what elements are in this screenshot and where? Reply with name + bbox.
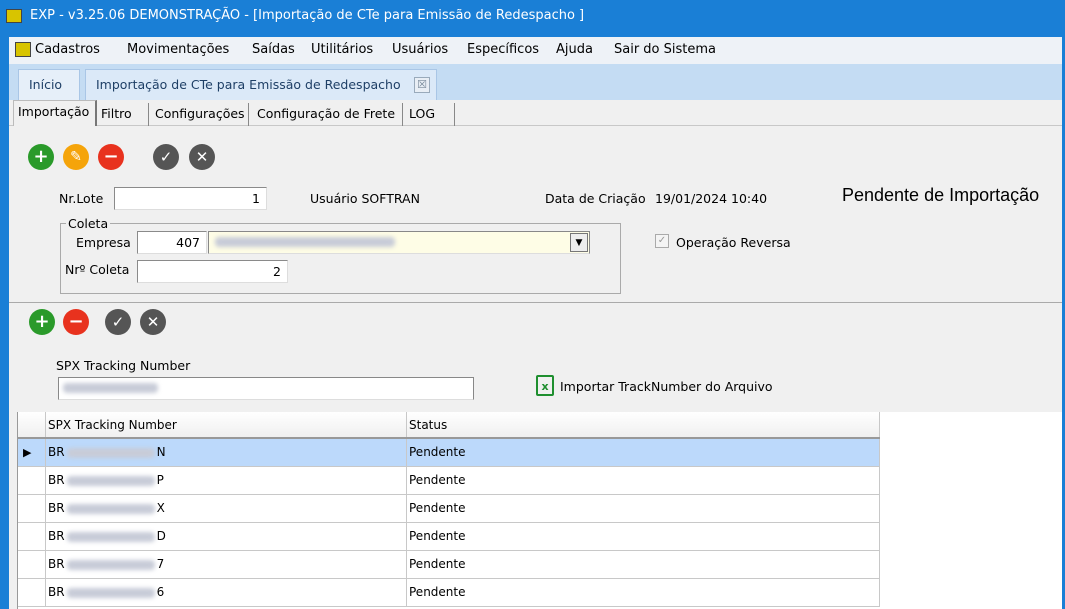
menu-utilitarios[interactable]: Utilitários	[311, 42, 373, 57]
status-text: Pendente de Importação	[842, 185, 1040, 205]
redacted-value	[215, 237, 395, 247]
table-row[interactable]: BR D Pendente	[18, 523, 880, 551]
status-cell[interactable]: Pendente	[406, 439, 880, 466]
confirm-button[interactable]: ✓	[153, 144, 179, 170]
tracking-cell[interactable]: BR N	[45, 439, 406, 466]
chevron-down-icon[interactable]: ▼	[570, 233, 588, 252]
tab-importacao-cte[interactable]: Importação de CTe para Emissão de Redesp…	[85, 69, 437, 100]
column-header-status[interactable]: Status	[406, 412, 880, 437]
status-cell[interactable]: Pendente	[406, 467, 880, 494]
divider	[9, 302, 1062, 303]
status-cell[interactable]: Pendente	[406, 551, 880, 578]
redacted-value	[66, 447, 155, 458]
row-indicator-icon: ▶	[23, 446, 32, 459]
tab-configuracoes[interactable]: Configurações	[151, 103, 249, 126]
tracking-suffix: N	[156, 445, 166, 459]
tracking-cell[interactable]: BR 7	[45, 551, 406, 578]
column-header-tracking[interactable]: SPX Tracking Number	[45, 412, 406, 437]
tracking-cell[interactable]: BR 6	[45, 579, 406, 606]
import-tracknumber-button[interactable]: Importar TrackNumber do Arquivo	[560, 379, 773, 394]
tab-importacao[interactable]: Importação	[13, 100, 97, 126]
redacted-value	[66, 559, 155, 570]
menu-usuarios[interactable]: Usuários	[392, 42, 448, 57]
cancel-button[interactable]: ✕	[189, 144, 215, 170]
tracking-prefix: BR	[48, 473, 65, 487]
remove-tracking-button[interactable]: −	[63, 309, 89, 335]
tracking-prefix: BR	[48, 557, 65, 571]
redacted-value	[66, 531, 155, 542]
coleta-label: Nrº Coleta	[65, 262, 130, 277]
document-tabs: Início Importação de CTe para Emissão de…	[9, 64, 1062, 100]
tab-configuracao-frete[interactable]: Configuração de Frete	[253, 103, 403, 126]
lote-input[interactable]: 1	[114, 187, 267, 210]
tracking-suffix: 6	[156, 585, 165, 599]
table-row[interactable]: BR 7 Pendente	[18, 551, 880, 579]
usuario-label: Usuário SOFTRAN	[310, 191, 420, 206]
tab-inicio[interactable]: Início	[18, 69, 80, 100]
empresa-code-input[interactable]: 407	[137, 231, 207, 254]
tracking-cell[interactable]: BR D	[45, 523, 406, 550]
menu-ajuda[interactable]: Ajuda	[556, 42, 593, 57]
tracking-suffix: X	[156, 501, 165, 515]
status-cell[interactable]: Pendente	[406, 579, 880, 606]
empresa-select[interactable]: ▼	[208, 231, 590, 254]
data-criacao-label: Data de Criação	[545, 191, 646, 206]
title-bar: EXP - v3.25.06 DEMONSTRAÇÃO - [Importaçã…	[0, 0, 1065, 32]
tracking-prefix: BR	[48, 585, 65, 599]
tab-label: Início	[29, 77, 63, 92]
tracking-prefix: BR	[48, 529, 65, 543]
reversa-checkbox[interactable]: ✓	[655, 234, 669, 248]
sub-tabs: Importação Filtro Configurações Configur…	[9, 100, 1062, 126]
edit-button[interactable]: ✎	[63, 144, 89, 170]
menu-bar: Cadastros Movimentações Saídas Utilitári…	[9, 37, 1062, 64]
tracking-cell[interactable]: BR X	[45, 495, 406, 522]
reversa-label: Operação Reversa	[676, 235, 791, 250]
excel-icon[interactable]: x	[536, 375, 554, 396]
table-row[interactable]: BR X Pendente	[18, 495, 880, 523]
tracking-grid: SPX Tracking Number Status ▶ BR N Pendente B…	[17, 412, 880, 609]
table-row[interactable]: BR 6 Pendente	[18, 579, 880, 607]
tracking-label: SPX Tracking Number	[56, 358, 191, 373]
menu-sair[interactable]: Sair do Sistema	[614, 42, 716, 57]
confirm-tracking-button[interactable]: ✓	[105, 309, 131, 335]
tracking-input[interactable]	[58, 377, 474, 400]
tab-log[interactable]: LOG	[405, 103, 455, 126]
grid-header: SPX Tracking Number Status	[18, 412, 880, 439]
add-button[interactable]: +	[28, 144, 54, 170]
app-menu-icon[interactable]	[15, 42, 31, 57]
coleta-group-label: Coleta	[66, 216, 111, 231]
menu-movimentacoes[interactable]: Movimentações	[127, 42, 229, 57]
tracking-suffix: 7	[156, 557, 165, 571]
table-row[interactable]: ▶ BR N Pendente	[18, 439, 880, 467]
status-cell[interactable]: Pendente	[406, 495, 880, 522]
redacted-value	[66, 587, 155, 598]
window-title: EXP - v3.25.06 DEMONSTRAÇÃO - [Importaçã…	[30, 8, 585, 23]
menu-cadastros[interactable]: Cadastros	[35, 42, 100, 57]
tracking-prefix: BR	[48, 501, 65, 515]
cancel-tracking-button[interactable]: ✕	[140, 309, 166, 335]
tracking-suffix: D	[156, 529, 166, 543]
data-criacao-value: 19/01/2024 10:40	[655, 191, 768, 206]
close-tab-icon[interactable]: ☒	[414, 77, 430, 93]
app-icon	[6, 9, 22, 23]
menu-especificos[interactable]: Específicos	[467, 42, 539, 57]
table-row[interactable]: BR P Pendente	[18, 467, 880, 495]
tab-filtro[interactable]: Filtro	[97, 103, 149, 126]
tab-label: Importação de CTe para Emissão de Redesp…	[96, 77, 401, 92]
redacted-value	[63, 383, 158, 393]
add-tracking-button[interactable]: +	[29, 309, 55, 335]
redacted-value	[66, 475, 155, 486]
tracking-prefix: BR	[48, 445, 65, 459]
status-cell[interactable]: Pendente	[406, 523, 880, 550]
delete-button[interactable]: −	[98, 144, 124, 170]
menu-saidas[interactable]: Saídas	[252, 42, 295, 57]
main-window: Cadastros Movimentações Saídas Utilitári…	[9, 37, 1062, 609]
grid-empty-area	[879, 412, 1062, 609]
tracking-suffix: P	[156, 473, 164, 487]
empresa-label: Empresa	[76, 235, 131, 250]
redacted-value	[66, 503, 155, 514]
tracking-cell[interactable]: BR P	[45, 467, 406, 494]
lote-label: Nr.Lote	[59, 191, 104, 206]
coleta-input[interactable]: 2	[137, 260, 288, 283]
